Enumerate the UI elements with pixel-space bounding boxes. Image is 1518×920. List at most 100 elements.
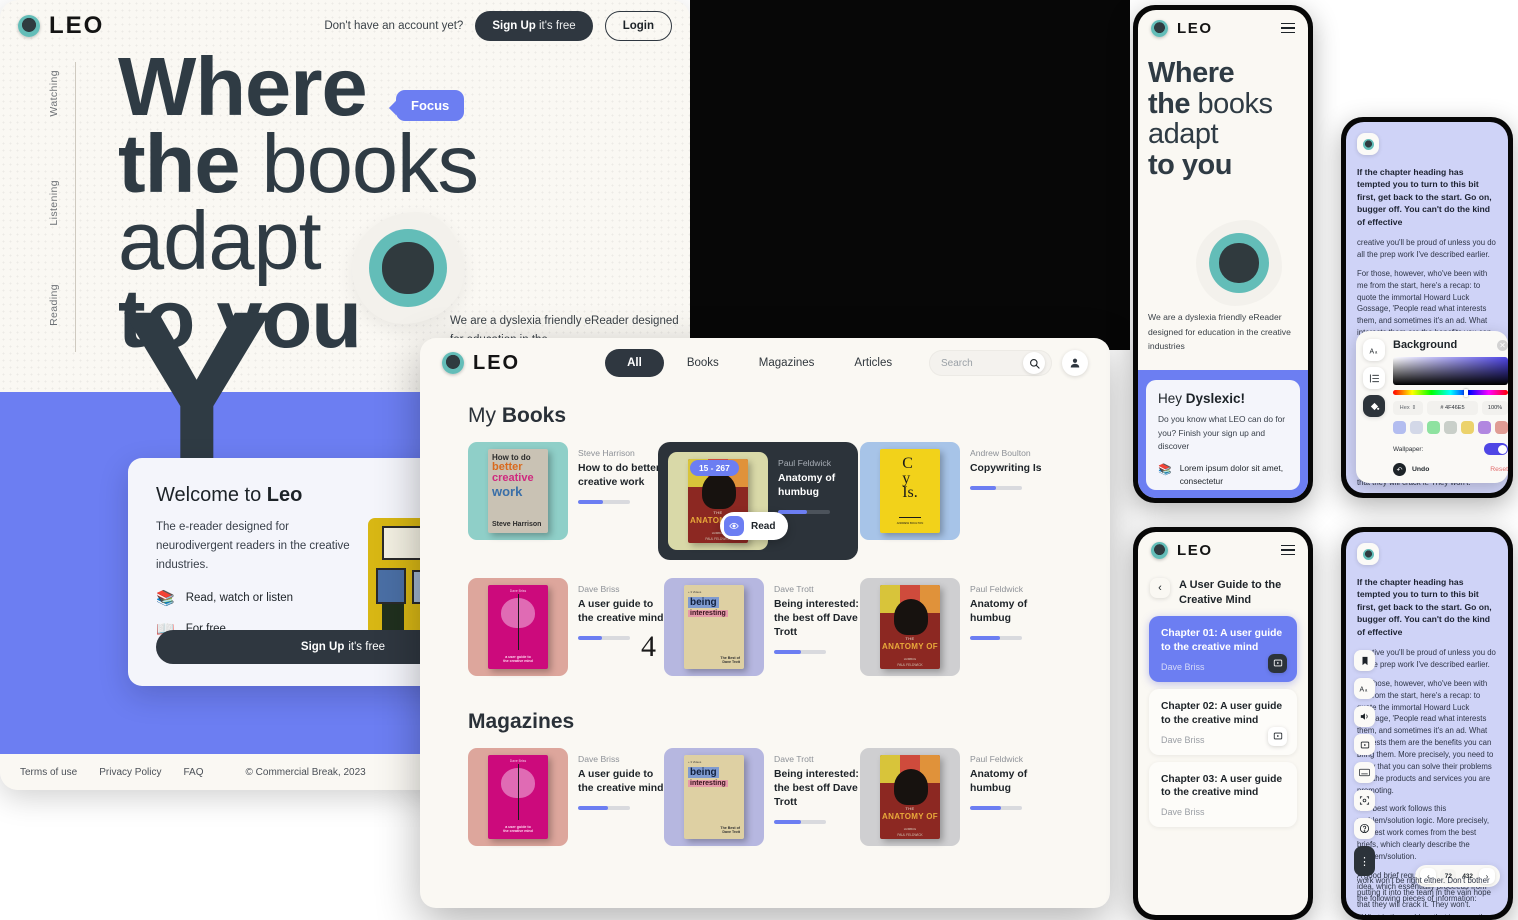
read-action-label: Read: [751, 520, 776, 532]
focus-scan-icon[interactable]: [1354, 790, 1375, 811]
phone-hero-subtext: We are a dyslexia friendly eReader desig…: [1148, 312, 1291, 352]
book-progress: [578, 806, 630, 811]
brand-logo[interactable]: LEO: [18, 12, 104, 40]
chapter-item[interactable]: Chapter 01: A user guide to the creative…: [1149, 616, 1297, 682]
tab-all[interactable]: All: [605, 349, 664, 377]
library-brand-logo[interactable]: LEO: [442, 352, 520, 375]
svg-text:A: A: [1359, 686, 1364, 693]
tab-books[interactable]: Books: [670, 350, 736, 376]
swatch[interactable]: [1427, 421, 1440, 434]
close-icon[interactable]: ✕: [1497, 339, 1508, 351]
swatch[interactable]: [1444, 421, 1457, 434]
reader-heading: If the chapter heading has tempted you t…: [1357, 577, 1492, 637]
undo-icon[interactable]: ↶: [1393, 463, 1406, 476]
svg-text:a: a: [1365, 687, 1368, 692]
book-card[interactable]: How to do better creative work Steve Harriso…: [468, 442, 664, 560]
footer-link-privacy[interactable]: Privacy Policy: [99, 767, 161, 778]
audio-speaker-icon[interactable]: [1354, 706, 1375, 727]
chapter-item[interactable]: Chapter 03: A user guide to the creative…: [1149, 761, 1297, 828]
font-size-icon[interactable]: Aa: [1363, 339, 1385, 361]
video-play-icon[interactable]: [1268, 653, 1287, 673]
book-card[interactable]: Dave Briss a user guide to the creative m…: [468, 748, 664, 846]
eye-logo-icon: [18, 15, 40, 37]
reset-button[interactable]: Reset: [1490, 466, 1508, 473]
search-box[interactable]: [929, 350, 1052, 376]
reader-tool-rail: Aa ⋮: [1354, 650, 1375, 876]
wallpaper-toggle[interactable]: [1484, 443, 1508, 455]
more-options-icon[interactable]: ⋮: [1354, 846, 1375, 876]
book-author: Paul Feldwick: [970, 754, 1024, 764]
signup-button-bold: Sign Up: [492, 20, 536, 32]
video-play-icon[interactable]: [1268, 726, 1287, 746]
signup-button-rest: it's free: [538, 20, 576, 32]
swatch[interactable]: [1461, 421, 1474, 434]
hamburger-menu-icon[interactable]: [1281, 22, 1295, 34]
book-card[interactable]: THE ANATOMY OF HUMBUG PAUL FELDWICK Paul F…: [860, 578, 1056, 676]
footer-link-faq[interactable]: FAQ: [184, 767, 204, 778]
phone-hero-heading: Where the books adapt to you: [1148, 58, 1298, 181]
swatch[interactable]: [1393, 421, 1406, 434]
section-books-bold: Books: [501, 404, 567, 427]
book-card[interactable]: + 3 Videos being interesting The Best of Da…: [664, 578, 860, 676]
paint-bucket-icon[interactable]: [1363, 395, 1385, 417]
opacity-input[interactable]: 100%: [1482, 401, 1508, 415]
video-play-icon[interactable]: [1354, 734, 1375, 755]
swatch[interactable]: [1410, 421, 1423, 434]
brand-logo[interactable]: LEO: [1151, 541, 1213, 559]
hamburger-menu-icon[interactable]: [1281, 544, 1295, 556]
footer-link-terms[interactable]: Terms of use: [20, 767, 77, 778]
brand-name: LEO: [1177, 19, 1213, 37]
hex-value-input[interactable]: # 4F46E5: [1427, 401, 1478, 415]
help-question-icon[interactable]: [1354, 818, 1375, 839]
book-card[interactable]: Dave Briss a user guide to the creative m…: [468, 578, 664, 676]
book-progress: [578, 500, 630, 505]
keyboard-icon[interactable]: [1354, 762, 1375, 783]
chevron-left-icon[interactable]: ‹: [1150, 578, 1170, 598]
books-stack-icon: 📚: [156, 589, 175, 607]
rail-label-listening: Listening: [48, 180, 60, 226]
book-card-featured[interactable]: 15 - 267 THE ANATOMY OF HUMBUG PAUL FELDWI…: [658, 442, 858, 560]
color-swatches: [1393, 421, 1508, 434]
search-icon[interactable]: [1023, 352, 1045, 374]
book-card[interactable]: THE ANATOMY OF HUMBUG PAUL FELDWICK Paul F…: [860, 748, 1056, 846]
screenshot-root: LEO Don't have an account yet? Sign Up i…: [0, 0, 1518, 920]
reader-paragraph: • What is the problem that is currently …: [1357, 912, 1497, 915]
svg-text:a: a: [1374, 349, 1377, 354]
hue-slider-handle[interactable]: [1464, 388, 1469, 397]
eye-logo-icon: [442, 352, 464, 374]
book-card[interactable]: Cy Is. ANDREW BOULTON Andrew Boulton Copyw…: [860, 442, 1056, 560]
background-tool-rail: Aa: [1363, 339, 1385, 475]
welcome-title-bold: Leo: [266, 484, 303, 506]
hue-slider[interactable]: [1393, 388, 1508, 397]
book-title: A user guide to the creative mind: [578, 769, 664, 795]
background-settings-panel: Aa Background ✕ Hex ⇕ # 4F46E5 100% Wall…: [1356, 331, 1508, 483]
signup-button[interactable]: Sign Up it's free: [475, 11, 593, 41]
tab-articles[interactable]: Articles: [837, 350, 909, 376]
color-mode-select[interactable]: Hex ⇕: [1393, 401, 1423, 415]
saturation-value-field[interactable]: [1393, 357, 1508, 385]
font-size-icon[interactable]: Aa: [1354, 678, 1375, 699]
swatch[interactable]: [1478, 421, 1491, 434]
phone-card-title-bold: Dyslexic!: [1185, 391, 1246, 406]
bookmark-icon[interactable]: [1354, 650, 1375, 671]
reader-paragraph: creative you'll be proud of unless you d…: [1357, 238, 1496, 260]
eye-illustration-icon: [1196, 220, 1282, 306]
tab-magazines[interactable]: Magazines: [742, 350, 832, 376]
user-avatar-icon[interactable]: [1062, 350, 1088, 376]
rail-label-watching: Watching: [48, 70, 60, 117]
search-input[interactable]: [941, 357, 1023, 369]
focus-badge: Focus: [396, 90, 465, 121]
book-author: Steve Harrison: [578, 448, 635, 458]
book-title: Copywriting Is: [970, 463, 1042, 474]
login-button[interactable]: Login: [604, 11, 672, 41]
phone-hero-line4: to you: [1148, 149, 1233, 182]
book-card[interactable]: + 3 Videos being interesting The Best of Da…: [664, 748, 860, 846]
read-action-tooltip[interactable]: Read: [720, 512, 789, 540]
eye-logo-icon: [1357, 133, 1379, 155]
magazines-grid: Dave Briss a user guide to the creative m…: [468, 748, 1110, 864]
brand-logo[interactable]: LEO: [1151, 19, 1213, 37]
undo-button[interactable]: Undo: [1412, 466, 1429, 473]
swatch[interactable]: [1495, 421, 1508, 434]
line-spacing-icon[interactable]: [1363, 367, 1385, 389]
chapter-item[interactable]: Chapter 02: A user guide to the creative…: [1149, 688, 1297, 755]
